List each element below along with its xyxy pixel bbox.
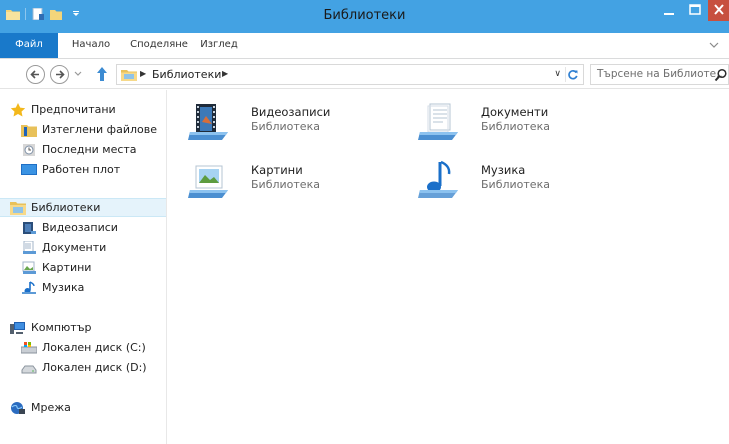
title-bar: Библиотеки	[0, 0, 729, 33]
refresh-icon[interactable]	[565, 67, 580, 82]
search-input[interactable]: Търсене на Библиоте...	[597, 68, 726, 80]
minimize-icon	[664, 13, 674, 15]
tab-view[interactable]: Изглед	[194, 33, 244, 58]
search-icon[interactable]	[714, 68, 728, 82]
recent-places-icon	[23, 143, 35, 156]
computer-icon	[10, 321, 25, 334]
nav-downloads-label: Изтеглени файлове	[42, 123, 157, 136]
library-documents-type: Библиотека	[481, 120, 550, 133]
downloads-folder-icon	[21, 124, 37, 137]
address-bar[interactable]: ▶ Библиотеки ▶ ∨	[116, 64, 584, 85]
nav-favorites-label: Предпочитани	[31, 103, 116, 116]
nav-recent-places[interactable]: Последни места	[0, 140, 166, 159]
library-music-type: Библиотека	[481, 178, 550, 191]
nav-music[interactable]: Музика	[0, 278, 166, 297]
nav-music-label: Музика	[42, 281, 85, 294]
library-videos[interactable]: Видеозаписи Библиотека	[186, 102, 396, 144]
search-box[interactable]: Търсене на Библиоте...	[590, 64, 729, 85]
desktop-icon	[21, 163, 37, 175]
back-arrow-icon	[30, 70, 39, 79]
library-pictures-type: Библиотека	[251, 178, 320, 191]
breadcrumb-separator-icon[interactable]: ▶	[140, 69, 146, 78]
forward-arrow-icon	[56, 70, 65, 79]
library-documents[interactable]: Документи Библиотека	[416, 102, 626, 144]
nav-computer-label: Компютър	[31, 321, 92, 334]
nav-libraries[interactable]: Библиотеки	[0, 198, 166, 217]
documents-icon	[23, 240, 36, 254]
nav-local-disk-d-label: Локален диск (D:)	[42, 361, 147, 374]
minimize-button[interactable]	[656, 0, 682, 21]
nav-favorites[interactable]: Предпочитани	[0, 100, 166, 119]
nav-desktop-label: Работен плот	[42, 163, 121, 176]
star-icon	[10, 102, 26, 116]
library-music[interactable]: Музика Библиотека	[416, 160, 626, 202]
library-videos-name: Видеозаписи	[251, 105, 331, 119]
nav-computer[interactable]: Компютър	[0, 318, 166, 337]
nav-desktop[interactable]: Работен плот	[0, 160, 166, 179]
nav-pictures[interactable]: Картини	[0, 258, 166, 277]
nav-videos-label: Видеозаписи	[42, 221, 118, 234]
videos-icon	[23, 221, 36, 234]
nav-documents[interactable]: Документи	[0, 238, 166, 257]
up-arrow-icon[interactable]	[96, 66, 108, 82]
nav-videos[interactable]: Видеозаписи	[0, 218, 166, 237]
library-videos-type: Библиотека	[251, 120, 320, 133]
maximize-icon	[689, 4, 701, 15]
tab-file[interactable]: Файл	[0, 33, 58, 58]
ribbon-tabs: Файл Начало Споделяне Изглед	[0, 33, 729, 59]
network-icon	[11, 401, 25, 414]
tab-home[interactable]: Начало	[58, 33, 124, 58]
file-list: Видеозаписи Библиотека Документи Библиот…	[168, 90, 729, 444]
nav-documents-label: Документи	[42, 241, 107, 254]
tab-share[interactable]: Споделяне	[124, 33, 194, 58]
pictures-library-icon	[188, 165, 228, 198]
library-documents-name: Документи	[481, 105, 549, 119]
window-title: Библиотеки	[323, 8, 406, 23]
nav-recent-places-label: Последни места	[42, 143, 137, 156]
nav-libraries-label: Библиотеки	[31, 201, 101, 214]
nav-network[interactable]: Мрежа	[0, 398, 166, 417]
address-history-dropdown-icon[interactable]: ∨	[554, 69, 561, 79]
navigation-pane: Предпочитани Изтеглени файлове Последни …	[0, 90, 167, 444]
nav-network-label: Мрежа	[31, 401, 71, 414]
pictures-icon	[22, 261, 36, 274]
video-library-icon	[188, 104, 228, 140]
navigation-bar: ▶ Библиотеки ▶ ∨ Търсене на Библиоте...	[0, 60, 729, 89]
expand-ribbon-icon[interactable]	[707, 38, 721, 52]
close-button[interactable]	[708, 0, 729, 21]
back-button[interactable]	[26, 65, 45, 84]
breadcrumb-chevron-icon[interactable]: ▶	[222, 69, 228, 78]
libraries-icon	[10, 201, 26, 215]
music-icon	[22, 280, 36, 294]
nav-local-disk-d[interactable]: Локален диск (D:)	[0, 358, 166, 377]
forward-button[interactable]	[50, 65, 69, 84]
libraries-folder-icon	[121, 70, 137, 81]
nav-local-disk-c[interactable]: Локален диск (C:)	[0, 338, 166, 357]
library-pictures-name: Картини	[251, 163, 303, 177]
close-icon	[714, 4, 724, 15]
hard-drive-icon	[21, 365, 37, 373]
maximize-button[interactable]	[682, 0, 708, 21]
nav-pictures-label: Картини	[42, 261, 92, 274]
breadcrumb-libraries[interactable]: Библиотеки	[152, 68, 221, 81]
music-library-icon	[418, 160, 458, 198]
library-music-name: Музика	[481, 163, 526, 177]
library-pictures[interactable]: Картини Библиотека	[186, 160, 396, 202]
documents-library-icon	[418, 103, 458, 140]
nav-local-disk-c-label: Локален диск (C:)	[42, 341, 146, 354]
recent-locations-dropdown-icon[interactable]	[74, 71, 82, 77]
nav-downloads[interactable]: Изтеглени файлове	[0, 120, 166, 139]
system-drive-icon	[21, 341, 37, 353]
